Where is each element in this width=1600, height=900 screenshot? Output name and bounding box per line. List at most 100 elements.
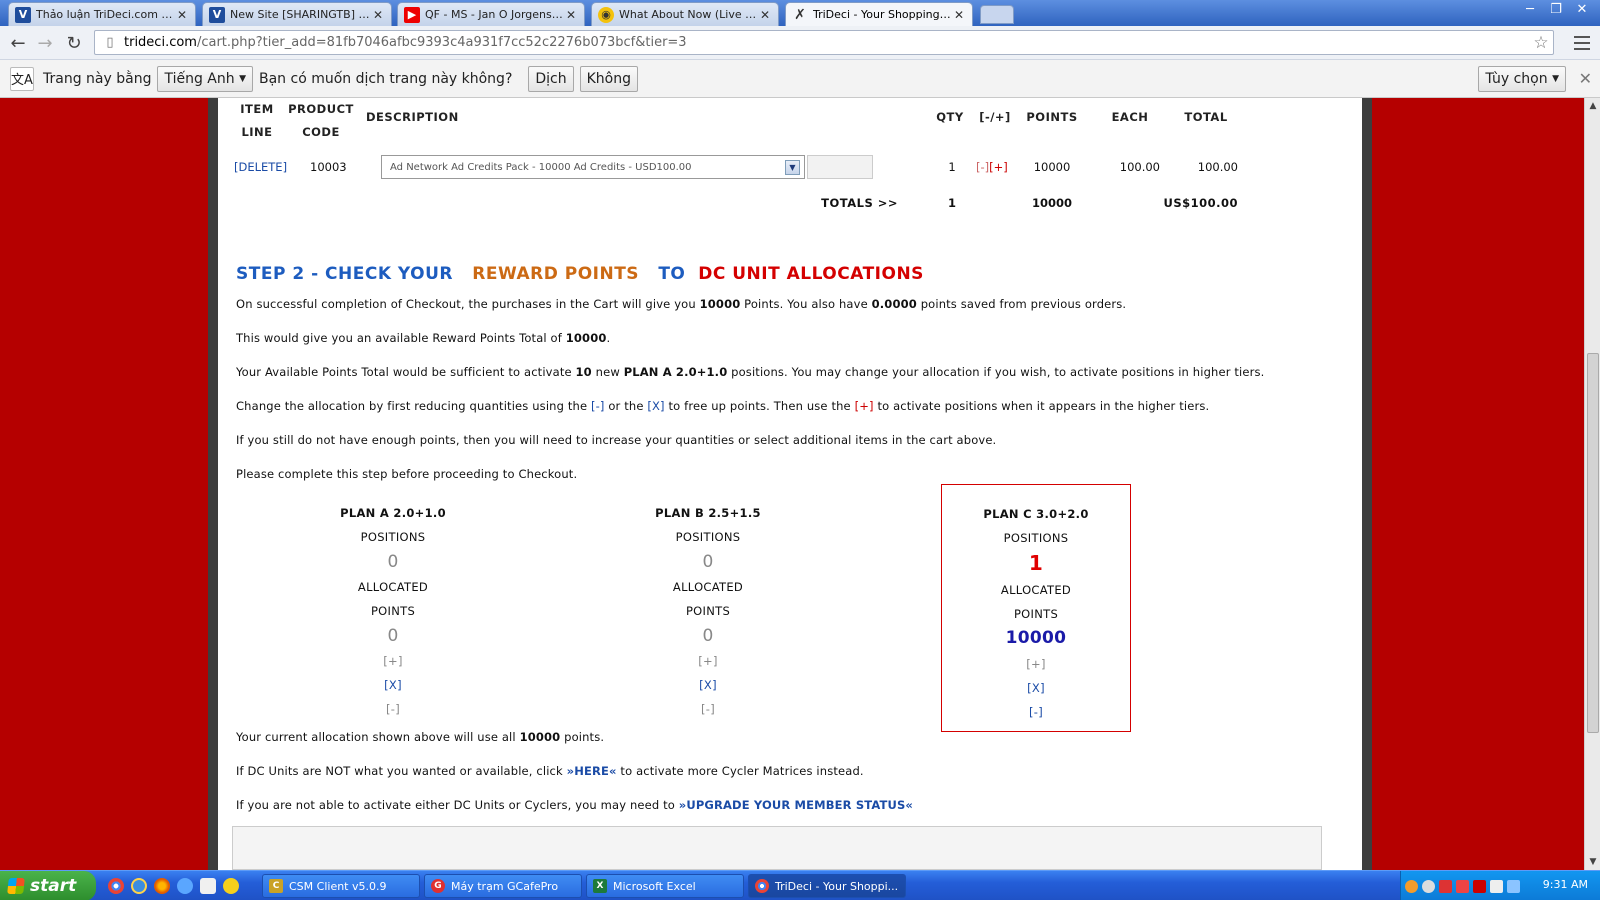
- increase-qty-button[interactable]: [+]: [989, 160, 1008, 174]
- chrome-quicklaunch-icon[interactable]: [108, 878, 124, 894]
- paragraph-available-total: This would give you an available Reward …: [236, 331, 611, 345]
- tab-shopping-cart[interactable]: ✗ TriDeci - Your Shopping Cart ✕: [785, 2, 973, 26]
- plan-b-panel: PLAN B 2.5+1.5 POSITIONS 0 ALLOCATED POI…: [615, 482, 801, 728]
- translate-button[interactable]: Dịch: [528, 65, 574, 92]
- here-link[interactable]: »HERE«: [567, 764, 617, 778]
- paragraph-checkout-points: On successful completion of Checkout, th…: [236, 297, 1127, 311]
- tab-trideci-forum[interactable]: V Thảo luận TriDeci.com - Depo ✕: [8, 2, 196, 26]
- allocated-label: ALLOCATED: [672, 580, 744, 594]
- positions-value: 1: [1028, 551, 1044, 575]
- firefox-quicklaunch-icon[interactable]: [154, 878, 170, 894]
- page-content: ITEM LINE PRODUCT CODE DESCRIPTION QTY [-/…: [218, 98, 1362, 870]
- plan-a-clear-button[interactable]: [X]: [300, 678, 486, 692]
- tab-youtube[interactable]: ▶ QF - MS - Jan O Jorgensen v ✕: [397, 2, 585, 26]
- close-tab-icon[interactable]: ✕: [371, 8, 385, 22]
- tab-what-about-now[interactable]: ◉ What About Now (Live From ✕: [591, 2, 779, 26]
- page-icon: ▯: [106, 35, 114, 50]
- system-tray: 9:31 AM: [1400, 871, 1600, 900]
- scroll-thumb[interactable]: [1587, 353, 1599, 733]
- trideci-icon: V: [15, 6, 31, 23]
- header-qty: QTY: [936, 110, 964, 124]
- task-csm-client[interactable]: C CSM Client v5.0.9: [262, 874, 420, 898]
- no-translate-button[interactable]: Không: [579, 65, 639, 92]
- tab-new-site[interactable]: V New Site [SHARINGTB] Bank ✕: [202, 2, 392, 26]
- positions-label: POSITIONS: [675, 530, 741, 544]
- close-tab-icon[interactable]: ✕: [564, 8, 578, 22]
- minimize-icon[interactable]: ─: [1518, 0, 1542, 18]
- product-select[interactable]: Ad Network Ad Credits Pack - 10000 Ad Cr…: [381, 155, 805, 179]
- menu-icon[interactable]: [1572, 34, 1592, 52]
- taskbar-clock: 9:31 AM: [1542, 878, 1588, 891]
- points-value: 0: [387, 626, 399, 646]
- plan-name: PLAN B 2.5+1.5: [655, 506, 761, 520]
- scroll-down-icon[interactable]: ▼: [1585, 854, 1600, 870]
- positions-label: POSITIONS: [360, 530, 426, 544]
- totals-qty: 1: [947, 196, 956, 210]
- tray-antivirus-icon[interactable]: [1456, 879, 1469, 893]
- back-arrow-icon[interactable]: ←: [6, 31, 30, 55]
- translate-options-button[interactable]: Tùy chọn ▼: [1478, 66, 1566, 92]
- restore-icon[interactable]: ❐: [1544, 0, 1568, 18]
- tray-flag-icon[interactable]: [1473, 879, 1486, 893]
- smiley-quicklaunch-icon[interactable]: [223, 878, 239, 894]
- decrease-qty-button[interactable]: [-]: [976, 160, 989, 174]
- ie2-quicklaunch-icon[interactable]: [177, 878, 193, 894]
- app-quicklaunch-icon[interactable]: [200, 878, 216, 894]
- reload-icon[interactable]: ↻: [62, 31, 86, 55]
- excel-icon: X: [593, 879, 607, 893]
- next-section-box: [232, 826, 1322, 870]
- windows-taskbar: start C CSM Client v5.0.9 G Máy trạm GCafe…: [0, 870, 1600, 900]
- forward-arrow-icon[interactable]: →: [33, 31, 57, 55]
- paragraph-sufficient: Your Available Points Total would be suf…: [236, 365, 1265, 379]
- task-chrome-trideci[interactable]: TriDeci - Your Shoppi...: [748, 874, 906, 898]
- trideci-x-icon: ✗: [794, 6, 806, 23]
- plan-name: PLAN A 2.0+1.0: [340, 506, 446, 520]
- qty-input[interactable]: [807, 155, 873, 179]
- plan-c-clear-button[interactable]: [X]: [942, 681, 1130, 695]
- language-select[interactable]: Tiếng Anh ▼: [157, 65, 253, 92]
- url-text[interactable]: trideci.com/cart.php?tier_add=81fb7046af…: [124, 35, 1529, 50]
- translate-question: Bạn có muốn dịch trang này không?: [259, 70, 513, 87]
- scroll-up-icon[interactable]: ▲: [1585, 98, 1600, 114]
- close-tab-icon[interactable]: ✕: [952, 8, 966, 22]
- close-window-icon[interactable]: ✕: [1570, 0, 1594, 18]
- paragraph-not-enough: If you still do not have enough points, …: [236, 433, 997, 447]
- positions-value: 0: [702, 552, 714, 572]
- plan-b-remove-button[interactable]: [-]: [615, 702, 801, 716]
- trideci-icon: V: [209, 6, 225, 23]
- address-bar[interactable]: ▯ trideci.com/cart.php?tier_add=81fb7046…: [94, 30, 1554, 55]
- header-total: TOTAL: [1184, 110, 1228, 124]
- close-tab-icon[interactable]: ✕: [758, 8, 772, 22]
- tray-network-icon[interactable]: [1422, 879, 1435, 893]
- ie-quicklaunch-icon[interactable]: [131, 878, 147, 894]
- youtube-icon: ▶: [404, 6, 420, 23]
- bookmark-star-icon[interactable]: ☆: [1529, 33, 1553, 53]
- task-gcafepro[interactable]: G Máy trạm GCafePro: [424, 874, 582, 898]
- start-button[interactable]: start: [0, 871, 96, 900]
- allocated-label: ALLOCATED: [357, 580, 429, 594]
- plan-a-remove-button[interactable]: [-]: [300, 702, 486, 716]
- tray-shield-icon[interactable]: [1439, 879, 1452, 893]
- plan-b-clear-button[interactable]: [X]: [615, 678, 801, 692]
- task-excel[interactable]: X Microsoft Excel: [586, 874, 744, 898]
- plan-a-add-button[interactable]: [+]: [300, 654, 486, 668]
- plan-c-add-button[interactable]: [+]: [942, 657, 1130, 671]
- row-total: 100.00: [1197, 160, 1238, 174]
- dropdown-arrow-icon: ▼: [785, 160, 800, 175]
- delete-link[interactable]: [DELETE]: [234, 160, 287, 174]
- plan-name: PLAN C 3.0+2.0: [983, 507, 1089, 521]
- tray-volume-icon[interactable]: [1490, 879, 1503, 893]
- header-points: POINTS: [1026, 110, 1078, 124]
- positions-label: POSITIONS: [1003, 531, 1069, 545]
- upgrade-member-status-link[interactable]: »UPGRADE YOUR MEMBER STATUS«: [679, 798, 913, 812]
- page-scrollbar[interactable]: ▲ ▼: [1584, 98, 1600, 870]
- tray-language-icon[interactable]: [1507, 879, 1520, 893]
- plan-b-add-button[interactable]: [+]: [615, 654, 801, 668]
- gcafe-icon: G: [431, 879, 445, 893]
- plan-c-remove-button[interactable]: [-]: [942, 705, 1130, 719]
- close-translate-icon[interactable]: ✕: [1579, 69, 1592, 88]
- new-tab-button[interactable]: [980, 5, 1014, 24]
- header-adjust: [-/+]: [979, 110, 1011, 124]
- tray-app-icon[interactable]: [1405, 879, 1418, 893]
- close-tab-icon[interactable]: ✕: [175, 8, 189, 22]
